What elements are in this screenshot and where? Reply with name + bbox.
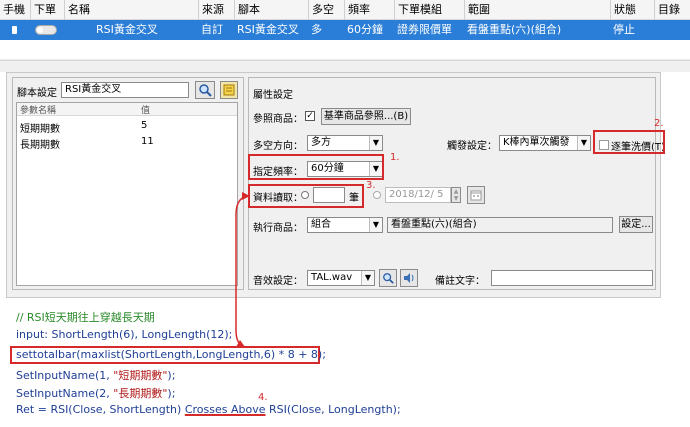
code-setinputname-1: SetInputName(1, "短期期數"); bbox=[16, 367, 175, 383]
code-setinputname-2: SetInputName(2, "長期期數"); bbox=[16, 385, 175, 401]
code-token: ); bbox=[167, 369, 176, 382]
code-token: SetInputName(1, bbox=[16, 369, 114, 382]
code-string: "短期期數" bbox=[113, 369, 168, 382]
code-settotalbar-line: settotalbar(maxlist(ShortLength,LongLeng… bbox=[16, 348, 326, 361]
code-token: RSI(Close, LongLength); bbox=[265, 403, 401, 416]
code-comment: // RSI短天期往上穿越長天期 bbox=[16, 311, 155, 324]
code-token: ); bbox=[167, 387, 176, 400]
code-token: Ret = RSI(Close, ShortLength) bbox=[16, 403, 185, 416]
annotation-arrow bbox=[235, 192, 251, 348]
code-input-line: input: ShortLength(6), LongLength(12); bbox=[16, 328, 233, 341]
code-crosses-above: Crosses Above bbox=[184, 403, 266, 416]
code-string: "長期期數" bbox=[113, 387, 168, 400]
code-token: SetInputName(2, bbox=[16, 387, 114, 400]
code-ret-line: Ret = RSI(Close, ShortLength) Crosses Ab… bbox=[16, 403, 401, 416]
